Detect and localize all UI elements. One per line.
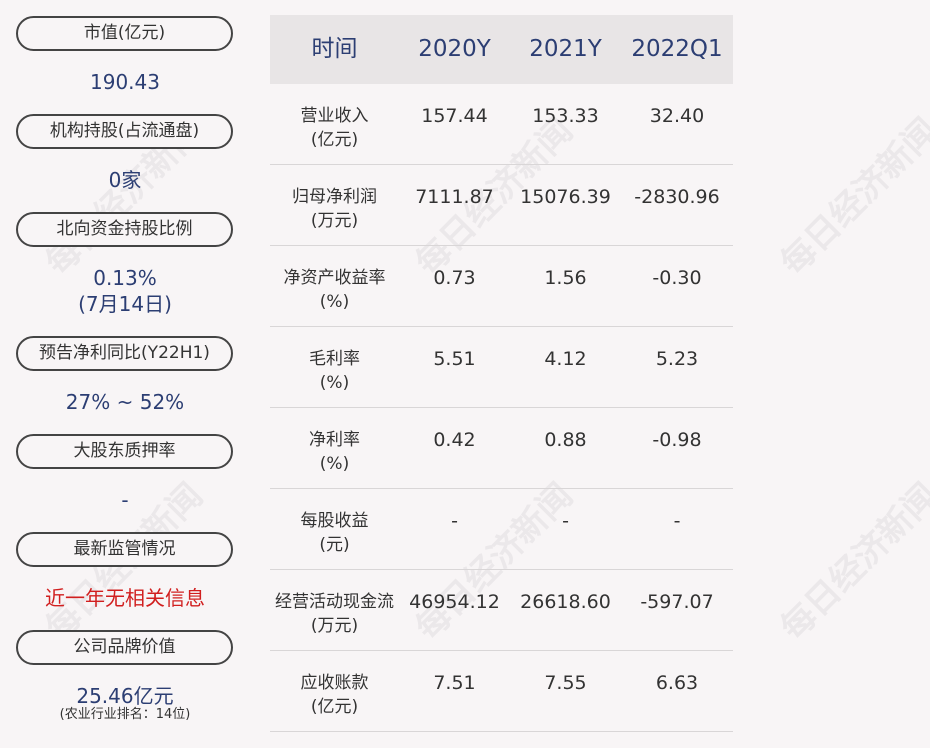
table-row: 净资产收益率 (%) 0.73 1.56 -0.30 [270,246,733,327]
row-label: 净资产收益率 (%) [283,268,386,312]
cell-value: - [451,510,458,532]
cell-value: 0.42 [433,429,476,451]
table-row: 归母净利润 (万元) 7111.87 15076.39 -2830.96 [270,165,733,246]
cell-value: 7.51 [433,672,476,694]
cell-value: 26618.60 [520,591,611,613]
row-label: 毛利率 (%) [309,349,360,393]
pledge-ratio-value: - [121,488,129,512]
row-label: 归母净利润 (万元) [292,187,377,231]
cell-value: 0.88 [544,429,587,451]
header-period: 时间 [311,36,358,62]
cell-value: 6.63 [655,672,699,694]
table-row: 每股收益 (元) - - - [270,489,733,570]
profit-forecast-value: 27% ~ 52% [65,390,185,414]
watermark: 每日经济新闻 [773,110,930,284]
watermark: 每日经济新闻 [773,475,930,649]
cell-value: 4.12 [544,348,587,370]
brand-value-label: 公司品牌价值 [16,630,233,665]
cell-value: 7.55 [544,672,587,694]
market-cap-value: 190.43 [90,70,160,94]
cell-value: 7111.87 [415,186,494,208]
cell-value: 1.56 [544,267,587,289]
brand-value-rank: (农业行业排名：14位) [59,707,191,722]
regulatory-status-value: 近一年无相关信息 [45,586,205,610]
northbound-holding-value: 0.13% [93,266,157,290]
cell-value: 5.23 [655,348,699,370]
cell-value: 32.40 [649,105,705,127]
regulatory-status-label: 最新监管情况 [16,532,233,567]
financial-table: 时间 2020Y 2021Y 2022Q1 营业收入 (亿元) 157.44 1… [270,15,733,732]
profit-forecast-label: 预告净利同比(Y22H1) [16,336,233,371]
market-cap-label: 市值(亿元) [16,16,233,51]
northbound-holding-label: 北向资金持股比例 [16,212,233,247]
cell-value: - [562,510,569,532]
table-row: 经营活动现金流 (万元) 46954.12 26618.60 -597.07 [270,570,733,651]
table-row: 营业收入 (亿元) 157.44 153.33 32.40 [270,84,733,165]
cell-value: 0.73 [433,267,476,289]
brand-value-value: 25.46亿元 [76,684,174,708]
key-metrics-panel: 市值(亿元) 190.43 机构持股(占流通盘) 0家 北向资金持股比例 0.1… [0,0,250,748]
row-label: 经营活动现金流 (万元) [275,592,394,636]
cell-value: - [673,510,681,532]
header-2021y: 2021Y [529,36,602,62]
pledge-ratio-label: 大股东质押率 [16,434,233,469]
table-row: 应收账款 (亿元) 7.51 7.55 6.63 [270,651,733,732]
cell-value: 46954.12 [409,591,500,613]
institutional-holding-value: 0家 [108,168,142,192]
cell-value: 153.33 [532,105,599,127]
cell-value: -0.30 [652,267,702,289]
northbound-holding-date: (7月14日) [78,292,172,316]
table-header: 时间 2020Y 2021Y 2022Q1 [270,15,733,84]
table-row: 净利率 (%) 0.42 0.88 -0.98 [270,408,733,489]
row-label: 营业收入 (亿元) [300,106,369,150]
header-2020y: 2020Y [418,36,491,62]
header-2022q1: 2022Q1 [631,36,723,62]
cell-value: 5.51 [433,348,476,370]
row-label: 应收账款 (亿元) [300,673,369,717]
cell-value: -2830.96 [634,186,720,208]
cell-value: 15076.39 [520,186,611,208]
row-label: 净利率 (%) [309,430,360,474]
cell-value: -597.07 [640,591,714,613]
table-row: 毛利率 (%) 5.51 4.12 5.23 [270,327,733,408]
cell-value: -0.98 [652,429,702,451]
cell-value: 157.44 [421,105,488,127]
row-label: 每股收益 (元) [300,511,369,555]
institutional-holding-label: 机构持股(占流通盘) [16,114,233,149]
